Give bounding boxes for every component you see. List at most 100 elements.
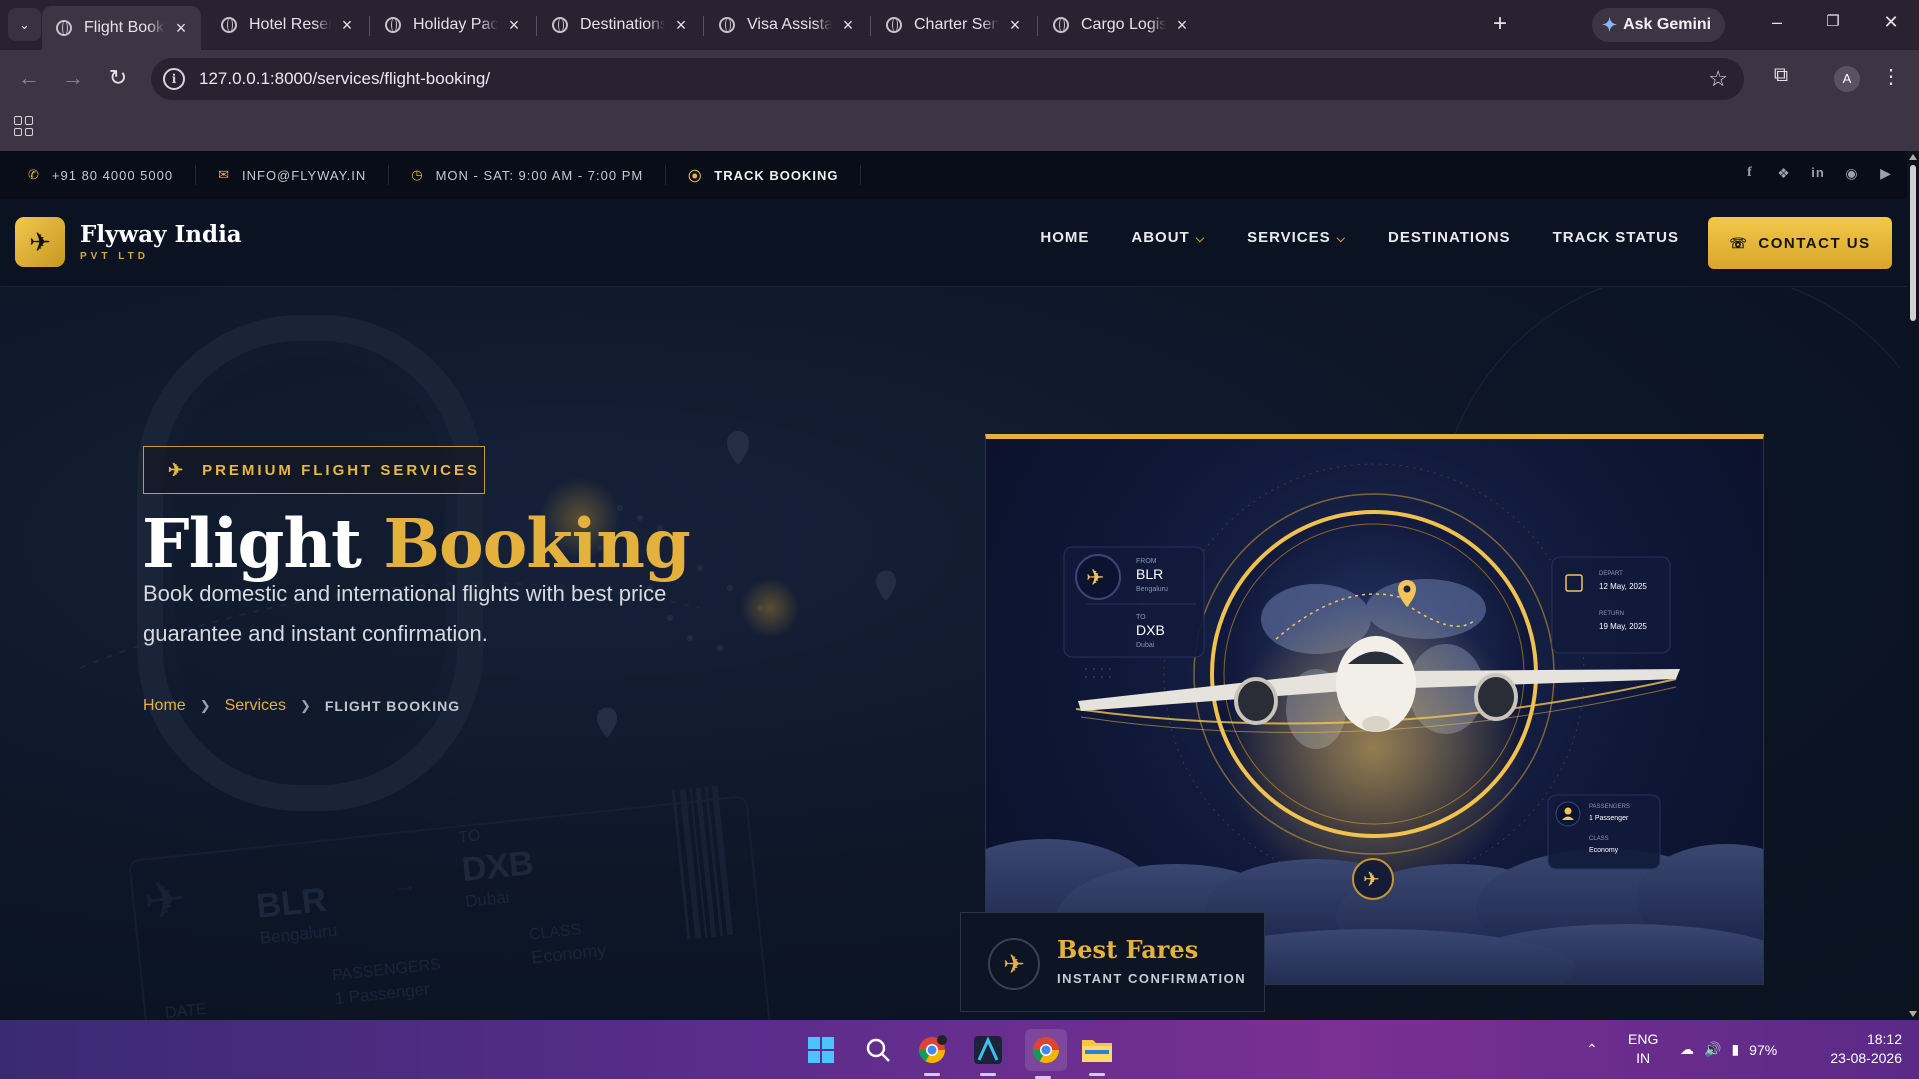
hours-text: MON - SAT: 9:00 AM - 7:00 PM	[435, 167, 644, 183]
close-icon[interactable]: ×	[673, 15, 689, 36]
linkedin-icon[interactable]: in	[1809, 165, 1827, 182]
restore-icon[interactable]: ❐	[1818, 12, 1848, 30]
close-icon[interactable]: ×	[840, 15, 856, 36]
breadcrumb-services[interactable]: Services	[225, 697, 286, 715]
nav-destinations[interactable]: DESTINATIONS	[1388, 229, 1511, 246]
globe-icon	[552, 17, 568, 33]
close-icon[interactable]: ×	[1007, 15, 1023, 36]
brand-name[interactable]: Flyway India	[80, 221, 242, 248]
widget-to-label: TO	[1136, 614, 1146, 621]
profile-avatar[interactable]: A	[1834, 66, 1860, 92]
tray-overflow-chevron-icon[interactable]: ⌃	[1586, 1020, 1598, 1079]
close-icon[interactable]: ×	[506, 15, 522, 36]
site-info-icon[interactable]: i	[163, 68, 185, 90]
hero-description: Book domestic and international flights …	[143, 581, 667, 646]
start-windows-icon[interactable]	[803, 1032, 839, 1068]
language-indicator[interactable]: ENG IN	[1628, 1030, 1658, 1068]
track-booking-link[interactable]: ⦿ TRACK BOOKING	[688, 165, 862, 185]
phone-text: +91 80 4000 5000	[51, 167, 174, 183]
close-icon[interactable]: ×	[339, 15, 355, 36]
clock[interactable]: 18:12 23-08-2026	[1810, 1030, 1902, 1068]
phone-contact[interactable]: ✆ +91 80 4000 5000	[28, 165, 197, 185]
close-icon[interactable]: ×	[173, 18, 189, 39]
ask-gemini-label: Ask Gemini	[1623, 16, 1712, 33]
volume-icon[interactable]: 🔊	[1704, 1041, 1721, 1058]
address-bar[interactable]: i 127.0.0.1:8000/services/flight-booking…	[151, 58, 1744, 100]
globe-icon	[385, 17, 401, 33]
scroll-down-arrow[interactable]	[1909, 1011, 1917, 1017]
reload-icon[interactable]: ↻	[103, 64, 133, 94]
tab-charter-services[interactable]: Charter Services | ×	[872, 7, 1035, 43]
chevron-down-icon: ⌄	[19, 16, 30, 32]
chevron-down-icon: ⌵	[1336, 233, 1346, 245]
tab-search-button[interactable]: ⌄	[8, 8, 41, 41]
tab-flight-booking[interactable]: Flight Booking Se ×	[42, 6, 201, 50]
editor-app-icon[interactable]	[970, 1032, 1006, 1076]
headset-icon: ☏	[1729, 234, 1749, 251]
back-icon[interactable]: ←	[14, 64, 44, 94]
hours-info: ◷ MON - SAT: 9:00 AM - 7:00 PM	[411, 165, 667, 185]
bg-to-city: Dubai	[464, 888, 510, 912]
scroll-thumb[interactable]	[1910, 165, 1916, 321]
contact-us-label: CONTACT US	[1758, 234, 1871, 252]
battery-icon[interactable]: ▮	[1731, 1041, 1739, 1058]
email-contact[interactable]: ✉ INFO@FLYWAY.IN	[218, 165, 390, 185]
passenger-widget: PASSENGERS 1 Passenger CLASS Economy	[1547, 794, 1661, 870]
page-scrollbar[interactable]	[1907, 151, 1919, 1020]
system-tray[interactable]: ☁ 🔊 ▮ 97%	[1680, 1020, 1777, 1079]
browser-toolbar: ← → ↻ i 127.0.0.1:8000/services/flight-b…	[0, 50, 1919, 108]
file-explorer-icon[interactable]	[1079, 1032, 1115, 1076]
tab-label: Visa Assistance Se	[747, 16, 832, 33]
scroll-up-arrow[interactable]	[1909, 154, 1917, 160]
chrome-icon[interactable]	[1025, 1029, 1067, 1079]
more-menu-icon[interactable]: ⋮	[1876, 64, 1906, 89]
bg-to-code: DXB	[460, 844, 535, 889]
nav-about-label: ABOUT	[1131, 229, 1190, 246]
nav-home[interactable]: HOME	[1040, 229, 1089, 246]
wifi-icon[interactable]: ☁	[1680, 1041, 1694, 1058]
airplane-globe-illustration: ✈ ✈ FROM BLR Bengaluru TO DXB Dubai DEPA…	[986, 463, 1763, 984]
breadcrumb-current: FLIGHT BOOKING	[324, 698, 461, 714]
bg-class: Economy	[530, 940, 607, 968]
nav-about[interactable]: ABOUT ⌵	[1131, 229, 1205, 246]
extensions-icon[interactable]: ⧉	[1766, 64, 1796, 87]
widget-plane-icon: ✈	[1086, 565, 1104, 590]
new-tab-button[interactable]: +	[1486, 10, 1514, 38]
clock-icon: ◷	[411, 167, 424, 182]
region-code: IN	[1636, 1050, 1651, 1066]
instagram-icon[interactable]: ◉	[1843, 165, 1861, 182]
breadcrumb-home[interactable]: Home	[143, 697, 186, 715]
youtube-icon[interactable]: ▶	[1877, 165, 1895, 182]
twitter-icon[interactable]: ❖	[1775, 165, 1793, 182]
plane-badge-icon: ✈	[1363, 869, 1380, 891]
facebook-icon[interactable]: f	[1741, 165, 1759, 182]
tab-destinations[interactable]: Destinations | Flyw ×	[538, 7, 701, 43]
forward-icon[interactable]: →	[58, 64, 88, 94]
bg-passengers-label: PASSENGERS	[331, 956, 441, 984]
social-links: f ❖ in ◉ ▶	[1741, 165, 1895, 182]
apps-grid-icon[interactable]	[14, 116, 34, 136]
page-title: Flight Booking	[142, 504, 691, 583]
logo-plane-icon[interactable]: ✈	[15, 217, 65, 267]
tab-label: Destinations | Flyw	[580, 16, 665, 33]
widget-depart-label: DEPART	[1599, 571, 1623, 577]
brand-subtitle: PVT LTD	[80, 251, 149, 262]
ask-gemini-button[interactable]: ✦ Ask Gemini	[1592, 8, 1726, 42]
nav-track-status[interactable]: TRACK STATUS	[1553, 229, 1679, 246]
close-icon[interactable]: ×	[1174, 15, 1190, 36]
nav-services[interactable]: SERVICES ⌵	[1247, 229, 1346, 246]
tab-separator	[1037, 16, 1038, 36]
close-window-icon[interactable]: ✕	[1876, 12, 1906, 33]
tab-hotel-reservation[interactable]: Hotel Reservation ×	[207, 7, 367, 43]
contact-us-button[interactable]: ☏ CONTACT US	[1708, 217, 1892, 269]
tab-visa-assistance[interactable]: Visa Assistance Se ×	[705, 7, 868, 43]
search-icon[interactable]	[860, 1032, 896, 1068]
minimize-icon[interactable]: –	[1762, 12, 1792, 33]
chrome-profile-icon[interactable]	[914, 1032, 950, 1076]
url-text[interactable]: 127.0.0.1:8000/services/flight-booking/	[199, 69, 490, 89]
widget-passengers: 1 Passenger	[1589, 815, 1629, 822]
tab-holiday-packages[interactable]: Holiday Packages ×	[371, 7, 534, 43]
widget-class-label: CLASS	[1589, 836, 1609, 842]
bookmark-star-icon[interactable]: ☆	[1708, 66, 1728, 92]
tab-cargo-logistics[interactable]: Cargo Logistics Se ×	[1039, 7, 1202, 43]
